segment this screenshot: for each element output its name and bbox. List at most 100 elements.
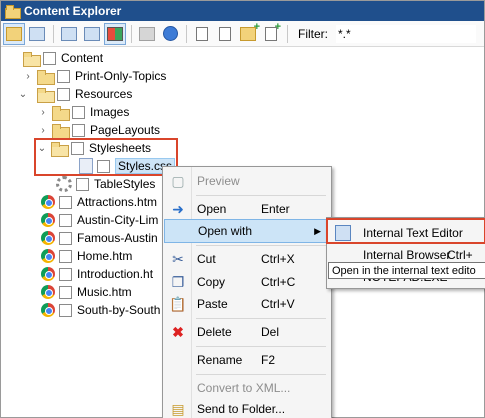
tree-item-label: South-by-South	[77, 303, 161, 317]
checkbox[interactable]	[72, 105, 85, 119]
folder-icon	[52, 123, 70, 139]
menu-item-preview[interactable]: ▢ Preview	[164, 169, 330, 193]
clipboard-icon: 📋	[169, 295, 187, 312]
tree-item-print-only-topics[interactable]: › Print-Only-Topics	[22, 67, 166, 85]
new-document-icon	[265, 21, 281, 41]
toolbar-separator	[131, 24, 132, 43]
send-folder-icon: ▤	[171, 400, 185, 417]
menu-item-label: Cut	[197, 252, 216, 266]
tree-item-austin-city-limits[interactable]: Austin-City-Lim	[41, 211, 158, 229]
chevron-down-icon[interactable]: ⌄	[17, 88, 29, 100]
chrome-icon	[41, 195, 55, 209]
filter-label: Filter:	[298, 26, 328, 41]
grid-button[interactable]	[104, 22, 126, 45]
chevron-right-icon[interactable]: ›	[37, 106, 49, 118]
toolbar-separator	[287, 24, 288, 43]
submenu-item-label: Internal Browser	[363, 248, 451, 262]
menu-item-send-to-folder[interactable]: ▤ Send to Folder...	[164, 397, 330, 418]
menu-separator	[196, 195, 326, 196]
content-explorer-window: Content Explorer Filter: Content › Print…	[0, 0, 485, 418]
submenu-item-shortcut: Ctrl+	[447, 248, 473, 262]
menu-separator	[196, 318, 326, 319]
menu-item-shortcut: F2	[261, 353, 276, 367]
chevron-right-icon[interactable]: ›	[22, 70, 34, 82]
tree-item-south-by-southwest[interactable]: South-by-South	[41, 301, 160, 319]
checkbox[interactable]	[72, 123, 85, 137]
checkbox[interactable]	[43, 51, 56, 65]
menu-item-open[interactable]: ➜ Open Enter	[164, 197, 330, 221]
disabled-tool-button[interactable]	[136, 23, 158, 45]
refresh-button[interactable]	[159, 23, 181, 45]
menu-item-shortcut: Del	[261, 325, 280, 339]
refresh-icon	[162, 26, 178, 41]
checkbox[interactable]	[57, 87, 70, 101]
preview-icon: ▢	[171, 172, 185, 189]
menu-item-label: Preview	[197, 174, 240, 188]
title-bar: Content Explorer	[1, 1, 484, 21]
tree-item-tablestyles[interactable]: TableStyles	[56, 175, 155, 193]
tree-item-introduction[interactable]: Introduction.ht	[41, 265, 153, 283]
menu-item-label: Send to Folder...	[197, 402, 286, 416]
list-view-button[interactable]	[26, 23, 48, 45]
tree-item-resources[interactable]: ⌄ Resources	[17, 85, 132, 103]
tree-item-famous-austin[interactable]: Famous-Austin	[41, 229, 158, 247]
filter-input[interactable]	[336, 24, 476, 43]
tree-item-images[interactable]: › Images	[37, 103, 129, 121]
menu-item-shortcut: Enter	[261, 202, 290, 216]
tree-item-label: Content	[61, 51, 104, 65]
stylesheets-highlight-box	[34, 138, 178, 176]
checkbox[interactable]	[59, 285, 72, 299]
submenu-arrow-icon: ▶	[314, 225, 321, 236]
chrome-icon	[41, 303, 55, 317]
tree-item-label: PageLayouts	[90, 123, 161, 137]
window-icon	[29, 26, 45, 41]
checkbox[interactable]	[59, 303, 72, 317]
checkbox[interactable]	[57, 69, 70, 83]
menu-item-shortcut: Ctrl+C	[261, 275, 296, 289]
tree-item-label: Music.htm	[77, 285, 132, 299]
copy-icon: ❐	[171, 273, 185, 290]
menu-item-paste[interactable]: 📋 Paste Ctrl+V	[164, 292, 330, 316]
menu-item-delete[interactable]: ✖ Delete Del	[164, 320, 330, 344]
new-folder-button[interactable]	[237, 21, 260, 45]
window-title: Content Explorer	[24, 4, 122, 18]
checkbox[interactable]	[59, 195, 72, 209]
folder-icon	[37, 69, 55, 85]
tree-item-attractions[interactable]: Attractions.htm	[41, 193, 157, 211]
expand-icon	[61, 26, 77, 41]
checkbox[interactable]	[59, 267, 72, 281]
tree-item-label: Famous-Austin	[77, 231, 158, 245]
open-folder-icon	[23, 51, 41, 67]
chrome-icon	[41, 231, 55, 245]
checkbox[interactable]	[59, 249, 72, 263]
checkbox[interactable]	[59, 213, 72, 227]
new-file-button[interactable]	[260, 21, 282, 45]
internal-text-editor-highlight-box	[326, 218, 485, 244]
folder-view-button[interactable]	[3, 22, 25, 45]
open-button[interactable]	[191, 23, 213, 45]
menu-item-copy[interactable]: ❐ Copy Ctrl+C	[164, 270, 330, 294]
chevron-right-icon[interactable]: ›	[37, 124, 49, 136]
new-folder-icon	[240, 21, 260, 41]
menu-item-shortcut: Ctrl+V	[261, 297, 295, 311]
menu-item-shortcut: Ctrl+X	[261, 252, 295, 266]
menu-item-label: Paste	[197, 297, 228, 311]
tree-item-label: Introduction.ht	[77, 267, 154, 281]
chrome-icon	[41, 249, 55, 263]
collapse-all-button[interactable]	[81, 23, 103, 45]
tree-item-label: Austin-City-Lim	[77, 213, 159, 227]
menu-separator	[196, 346, 326, 347]
tree-item-pagelayouts[interactable]: › PageLayouts	[37, 121, 160, 139]
menu-item-cut[interactable]: ✂ Cut Ctrl+X	[164, 247, 330, 271]
checkbox[interactable]	[59, 231, 72, 245]
checkbox[interactable]	[76, 177, 89, 191]
tree-item-home[interactable]: Home.htm	[41, 247, 132, 265]
tree-item-content[interactable]: Content	[23, 49, 103, 67]
folder-icon	[52, 105, 70, 121]
scissors-icon: ✂	[172, 250, 184, 267]
menu-item-rename[interactable]: Rename F2	[164, 348, 330, 372]
tree-item-music[interactable]: Music.htm	[41, 283, 132, 301]
expand-all-button[interactable]	[58, 23, 80, 45]
menu-item-open-with[interactable]: Open with ▶	[164, 219, 330, 243]
find-button[interactable]	[214, 23, 236, 45]
